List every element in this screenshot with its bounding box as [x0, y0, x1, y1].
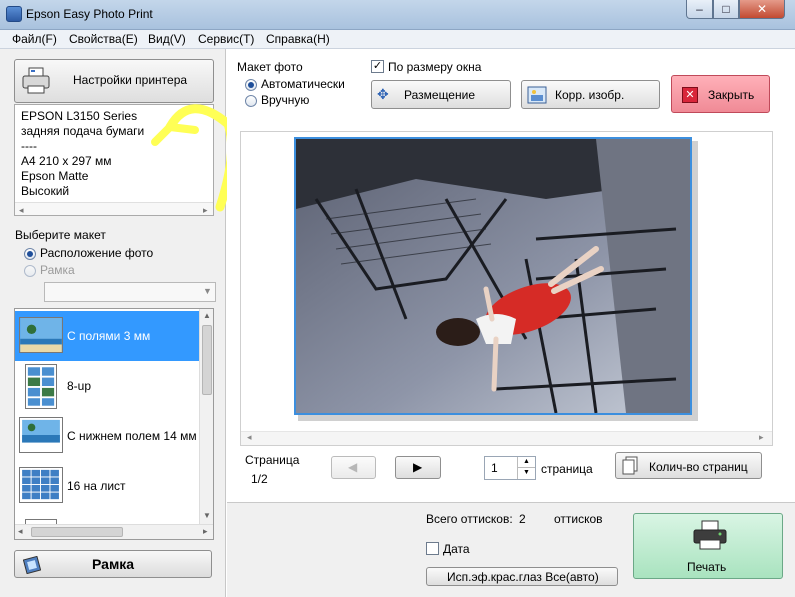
page-value: 1/2	[251, 472, 268, 486]
printer-icon	[22, 67, 50, 94]
radio-manual-label: Вручную	[261, 93, 310, 107]
radio-frame[interactable]	[24, 265, 36, 277]
fit-window-label: По размеру окна	[388, 60, 482, 74]
page-spinner[interactable]: 1 ▲ ▼	[484, 456, 536, 480]
menu-view[interactable]: Вид(V)	[148, 32, 186, 46]
layout-label: 16 на лист	[67, 479, 126, 493]
printer-icon	[693, 520, 727, 550]
scroll-down-icon[interactable]: ▼	[203, 511, 211, 520]
scroll-thumb[interactable]	[31, 527, 123, 537]
minimize-button[interactable]: –	[686, 0, 713, 19]
fit-window-checkbox[interactable]: ✓	[371, 60, 384, 73]
layout-list[interactable]: С полями 3 мм 8-up С нижнем полем 14 мм …	[14, 308, 214, 540]
menu-service[interactable]: Сервис(T)	[198, 32, 254, 46]
list-horizontal-scrollbar[interactable]: ◂ ▸	[15, 524, 213, 539]
arrow-right-icon: ▶	[413, 460, 423, 474]
maximize-button[interactable]: □	[713, 0, 739, 19]
radio-auto-label: Автоматически	[261, 77, 345, 91]
scroll-thumb[interactable]	[202, 325, 212, 395]
menu-bar: Файл(F) Свойства(E) Вид(V) Сервис(T) Спр…	[0, 30, 795, 49]
arrow-left-icon: ◀	[348, 460, 358, 474]
total-prints-label: Всего оттисков:	[426, 512, 513, 526]
app-icon	[6, 6, 22, 22]
close-icon: ✕	[682, 87, 698, 103]
page-spinner-value: 1	[491, 461, 498, 475]
scroll-right-icon[interactable]: ▸	[759, 432, 764, 443]
page-unit-label: страница	[541, 462, 593, 476]
frame-select[interactable]: ▼	[44, 282, 216, 302]
layout-label: С нижнем полем 14 мм	[67, 429, 197, 443]
beach-thumbnail	[19, 317, 63, 353]
radio-photo-layout-label: Расположение фото	[40, 246, 154, 260]
window-title: Epson Easy Photo Print	[26, 7, 153, 21]
beach-bottom-thumbnail	[19, 417, 63, 453]
layout-label: 8-up	[67, 379, 92, 393]
list-vertical-scrollbar[interactable]: ▲ ▼	[199, 309, 213, 524]
spin-up-icon[interactable]: ▲	[517, 457, 535, 468]
frame-button-label: Рамка	[92, 556, 135, 572]
menu-file[interactable]: Файл(F)	[12, 32, 57, 46]
move-arrows-icon: ✥	[377, 86, 389, 102]
print-label: Печать	[687, 560, 727, 574]
image-correction-button[interactable]: Корр. изобр.	[521, 80, 660, 109]
redeye-label: Исп.эф.крас.глаз Все(авто)	[447, 570, 599, 584]
radio-manual[interactable]	[245, 95, 257, 107]
print-button[interactable]: Печать	[633, 513, 783, 579]
list-item[interactable]: С нижнем полем 14 мм	[15, 411, 199, 461]
layout-title: Выберите макет	[15, 228, 106, 242]
radio-auto[interactable]	[245, 79, 257, 91]
photo-layout-title: Макет фото	[237, 60, 303, 74]
scroll-right-icon[interactable]: ▸	[203, 526, 208, 537]
total-prints-unit: оттисков	[554, 512, 603, 526]
date-checkbox[interactable]	[426, 542, 439, 555]
spin-down-icon[interactable]: ▼	[517, 468, 535, 479]
scroll-left-icon[interactable]: ◂	[247, 432, 252, 443]
layout-label: С полями 3 мм	[67, 329, 151, 343]
chevron-down-icon: ▼	[203, 286, 212, 296]
photo-image	[296, 139, 690, 413]
preview-area: ◂ ▸	[240, 131, 773, 446]
pages-icon	[622, 456, 638, 475]
scroll-up-icon[interactable]: ▲	[203, 311, 211, 320]
menu-help[interactable]: Справка(H)	[266, 32, 330, 46]
preview-horizontal-scrollbar[interactable]: ◂ ▸	[241, 431, 772, 445]
scroll-left-icon[interactable]: ◂	[19, 203, 24, 218]
pages-count-button[interactable]: Колич-во страниц	[615, 452, 762, 479]
date-label: Дата	[443, 542, 470, 556]
eight-up-thumbnail	[25, 364, 57, 409]
list-item[interactable]: С полями 3 мм	[15, 311, 199, 361]
next-page-button[interactable]: ▶	[395, 456, 441, 479]
scroll-left-icon[interactable]: ◂	[18, 526, 23, 537]
frame-icon	[23, 556, 41, 574]
close-button[interactable]: ✕ Закрыть	[671, 75, 770, 113]
radio-frame-label: Рамка	[40, 263, 75, 277]
photo-preview[interactable]	[294, 137, 692, 415]
list-item[interactable]	[15, 511, 199, 527]
menu-properties[interactable]: Свойства(E)	[69, 32, 138, 46]
placement-label: Размещение	[404, 88, 475, 102]
close-label: Закрыть	[708, 88, 755, 102]
page-label: Страница	[245, 453, 300, 467]
sixteen-up-thumbnail	[19, 467, 63, 503]
redeye-button[interactable]: Исп.эф.крас.глаз Все(авто)	[426, 567, 618, 586]
list-item[interactable]: 8-up	[15, 361, 199, 411]
radio-photo-layout[interactable]	[24, 248, 36, 260]
image-correction-label: Корр. изобр.	[555, 88, 625, 102]
placement-button[interactable]: ✥ Размещение	[371, 80, 511, 109]
image-correction-icon	[527, 86, 547, 104]
prev-page-button[interactable]: ◀	[331, 456, 376, 479]
frame-button[interactable]: Рамка	[14, 550, 212, 578]
pages-count-label: Колич-во страниц	[649, 460, 748, 474]
list-item[interactable]: 16 на лист	[15, 461, 199, 511]
window-close-button[interactable]: ✕	[739, 0, 785, 19]
total-prints-count: 2	[519, 512, 526, 526]
